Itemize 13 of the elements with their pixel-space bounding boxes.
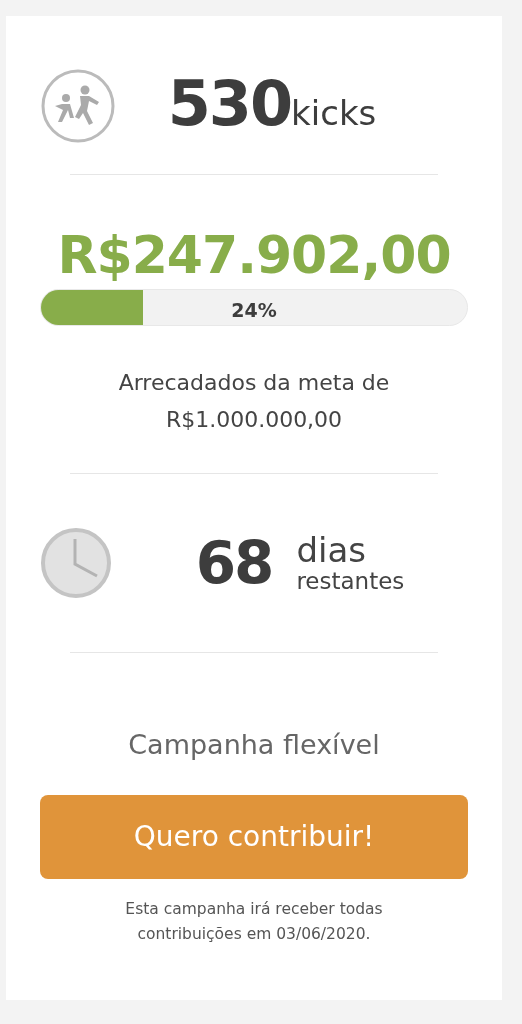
campaign-type: Campanha flexível [128, 728, 380, 760]
backer-count: 530 [167, 73, 292, 135]
people-icon [40, 68, 116, 144]
progress-percent: 24% [231, 297, 277, 323]
clock-icon [40, 526, 112, 599]
contribute-button[interactable]: Quero contribuir! [40, 795, 468, 880]
backer-unit: kicks [291, 92, 377, 135]
goal-text: Arrecadados da meta de R$1.000.000,00 [118, 370, 390, 433]
days-caption: restantes [296, 568, 405, 593]
raised-amount: R$247.902,00 [57, 225, 451, 285]
payout-note: Esta campanha irá receber todas contribuições em 03/06/2020. [125, 900, 383, 943]
days-unit: dias [296, 532, 367, 569]
days-count: 68 [195, 533, 273, 592]
